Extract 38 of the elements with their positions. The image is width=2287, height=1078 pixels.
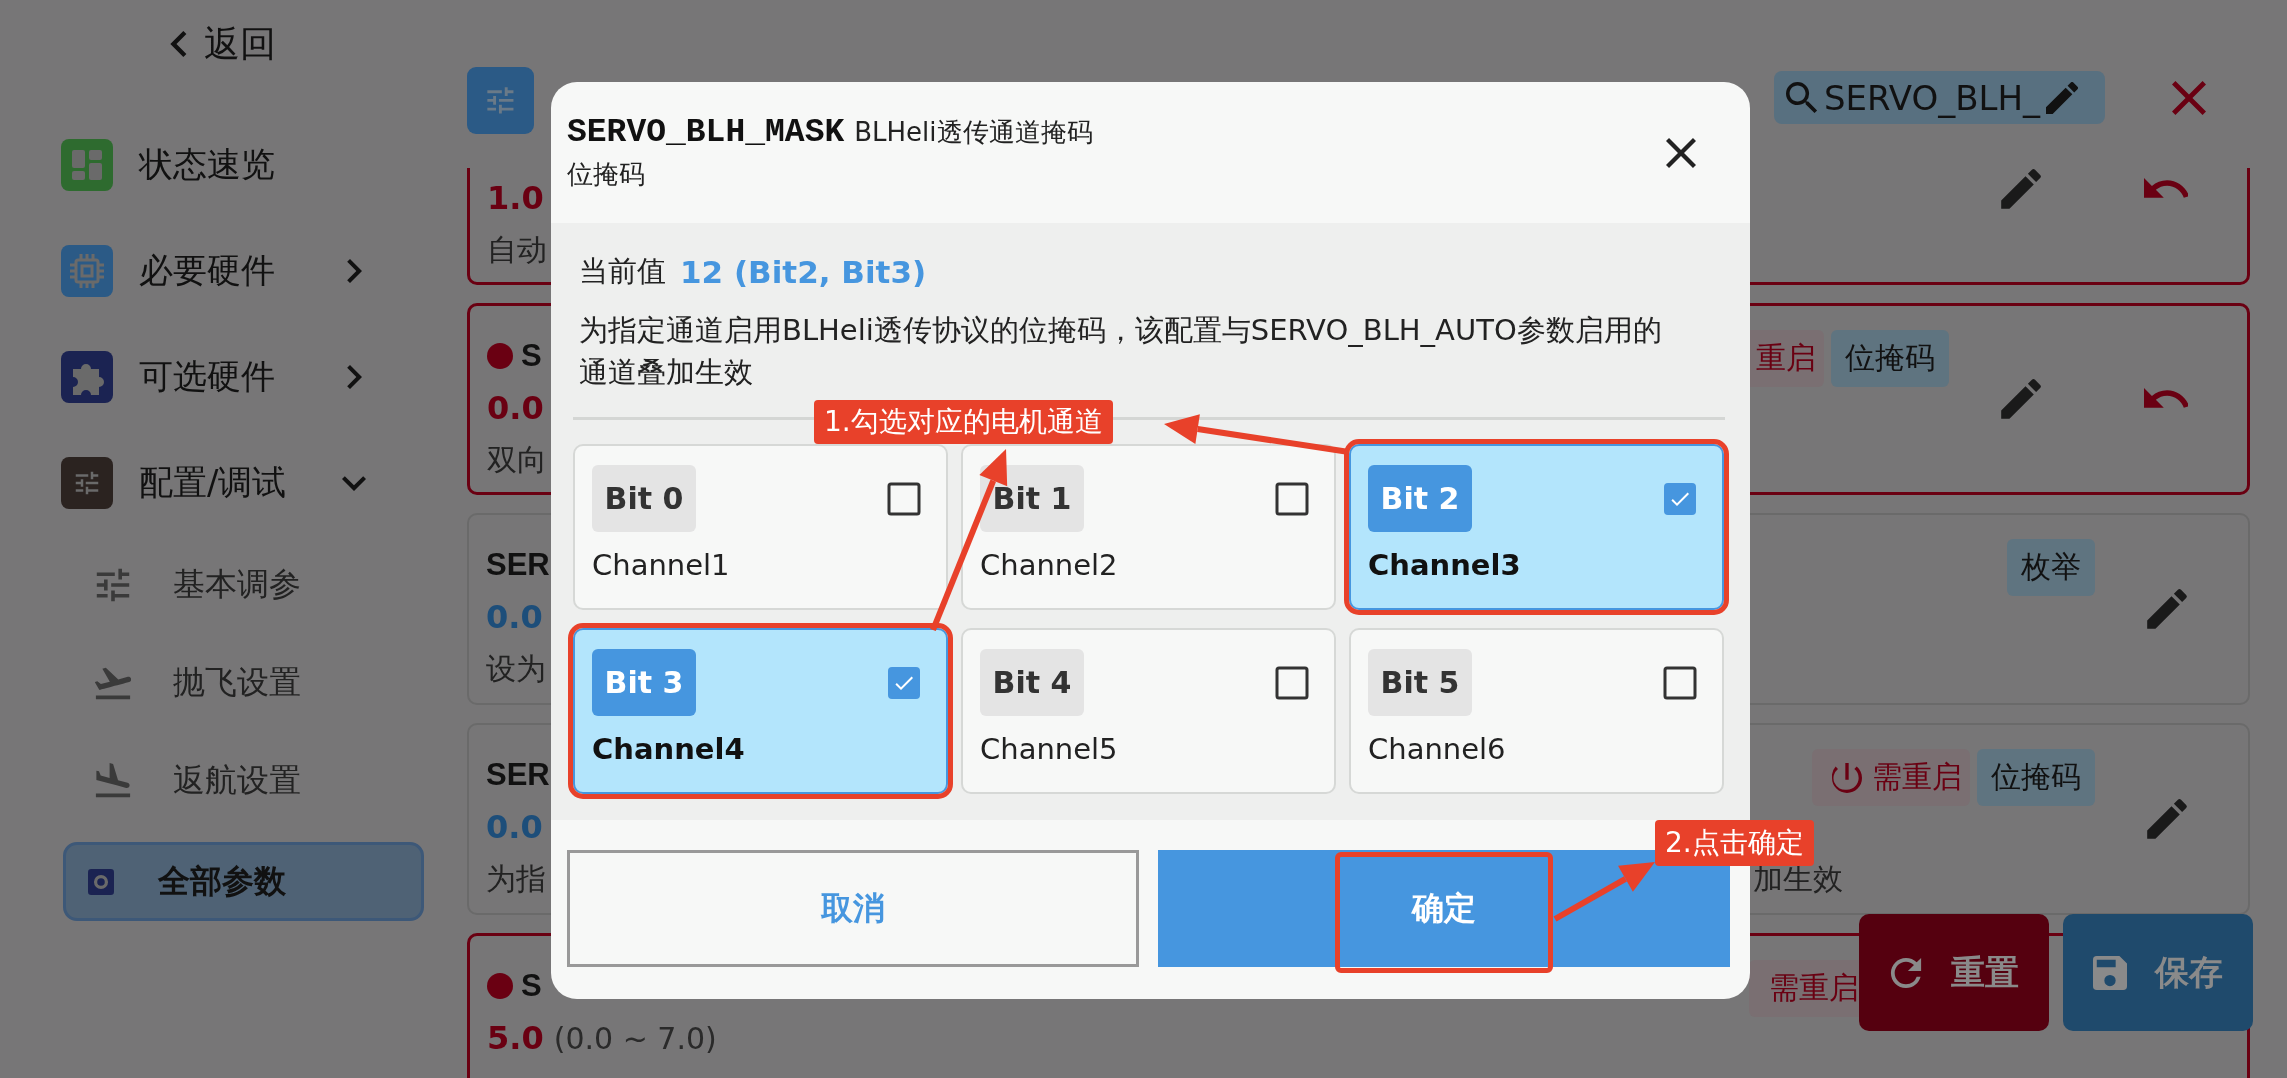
dialog-title: SERVO_BLH_MASK [567, 113, 845, 151]
dialog-subtitle: BLHeli透传通道掩码 [854, 115, 1093, 149]
parameter-description: 为指 [486, 859, 546, 898]
parameter-description: 自动 [487, 230, 547, 269]
channel-label: Channel5 [980, 732, 1119, 766]
parameter-description: 为指定通道启用BLHeli透传协议的位掩码，该配置与SERVO_BLH_AUTO参数启用的通道叠加生效 [578, 312, 1663, 391]
parameter-name: SER [486, 757, 550, 793]
annotation-label: 2.点击确定 [1655, 820, 1814, 866]
type-tag: 位掩码 [1831, 330, 1949, 387]
channel-label: Channel4 [592, 732, 746, 766]
parameter-value: 0.0 [486, 808, 543, 846]
type-tag: 位掩码 [1977, 749, 2095, 806]
parameter-name: SER [486, 547, 550, 583]
annotation-label: 1.勾选对应的电机通道 [814, 400, 1113, 444]
channel-label: Channel1 [592, 548, 731, 582]
current-value-label: 当前值 [579, 253, 666, 290]
parameter-value: 5.0 [487, 1019, 544, 1057]
reboot-tag: 需重启 [1812, 749, 1970, 806]
channel-label: Channel2 [980, 548, 1119, 582]
bit-tag: Bit 0 [592, 465, 696, 532]
bit-tag: Bit 3 [592, 649, 696, 716]
parameter-name: S [487, 338, 542, 374]
parameter-value: 0.0 [487, 389, 544, 427]
value-range: (0.0 ~ 7.0) [553, 1020, 717, 1056]
parameter-description: 双向 [487, 440, 547, 479]
parameter-type: 位掩码 [567, 157, 646, 191]
bit-tag: Bit 2 [1368, 465, 1472, 532]
type-tag: 枚举 [2007, 539, 2095, 596]
parameter-name: S [487, 968, 542, 1004]
bit-tag: Bit 1 [980, 465, 1084, 532]
parameter-value: 1.0 [487, 179, 544, 217]
parameter-value: 0.0 [486, 598, 543, 636]
bit-tag: Bit 5 [1368, 649, 1472, 716]
bit-tag: Bit 4 [980, 649, 1084, 716]
parameter-description: 设为 [486, 649, 546, 688]
current-value: 12 (Bit2, Bit3) [680, 254, 927, 290]
channel-label: Channel6 [1368, 732, 1507, 766]
channel-label: Channel3 [1368, 548, 1522, 582]
